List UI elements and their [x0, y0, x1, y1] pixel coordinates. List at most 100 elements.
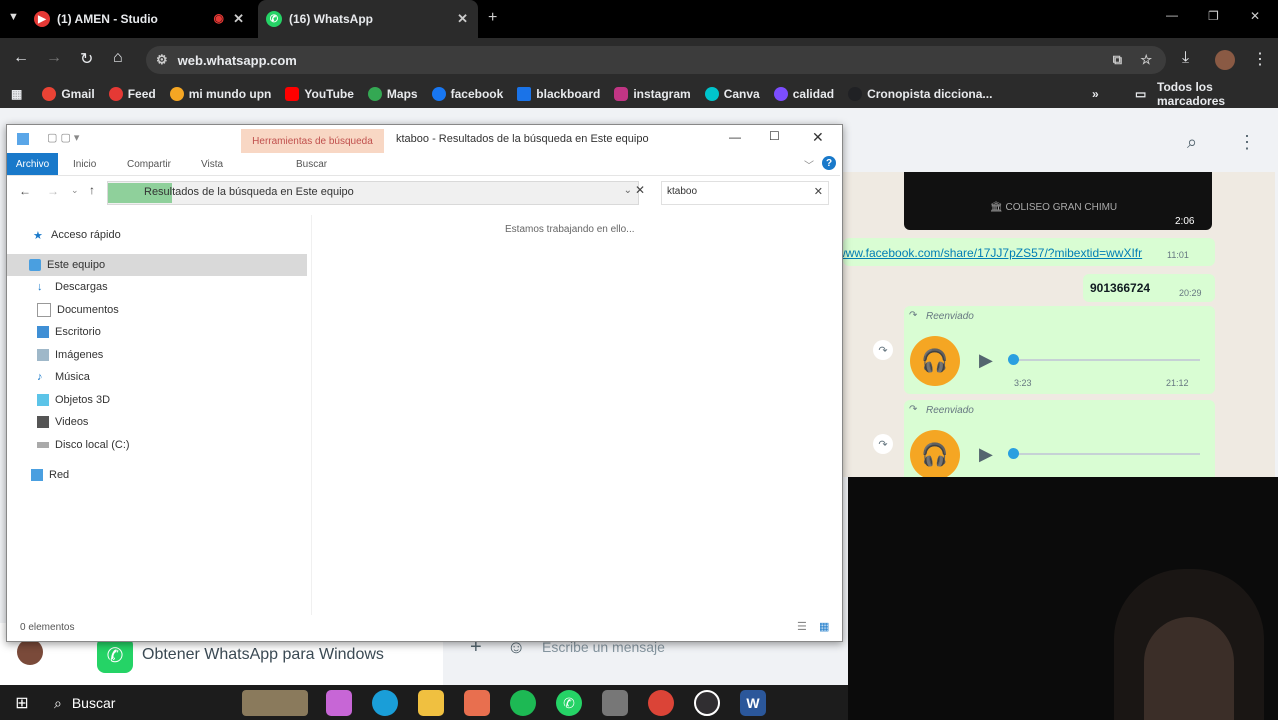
forward-button-icon[interactable]: ↷ — [873, 434, 893, 454]
user-avatar[interactable] — [17, 639, 43, 665]
maximize-icon[interactable]: ☐ — [769, 129, 780, 143]
new-tab-button[interactable]: + — [488, 9, 497, 27]
all-bookmarks-link[interactable]: Todos los marcadores — [1157, 80, 1278, 108]
forward-icon[interactable]: → — [46, 49, 62, 67]
profile-avatar[interactable] — [1215, 50, 1235, 70]
tab-buscar[interactable]: Buscar — [296, 159, 327, 170]
file-explorer-icon[interactable] — [418, 690, 444, 716]
tab-compartir[interactable]: Compartir — [127, 159, 171, 170]
search-highlight-image — [242, 690, 308, 716]
apps-grid-icon[interactable]: ▦ — [11, 87, 22, 101]
details-view-icon[interactable]: ☰ — [797, 620, 807, 633]
close-tab-icon[interactable]: ✕ — [457, 11, 468, 27]
tab-amen-studio[interactable]: ▶ (1) AMEN - Studio ◉ ✕ — [34, 0, 254, 38]
close-window-icon[interactable]: ✕ — [1250, 9, 1260, 23]
nav-videos[interactable]: Videos — [37, 411, 88, 433]
play-icon[interactable]: ▶ — [979, 350, 993, 371]
nav-3d-objects[interactable]: Objetos 3D — [37, 389, 110, 411]
bookmark-calidad[interactable]: calidad — [773, 87, 834, 101]
bookmark-star-icon[interactable]: ☆ — [1140, 52, 1152, 68]
bookmark-facebook[interactable]: facebook — [431, 87, 503, 101]
quick-access-toolbar[interactable]: ▢ ▢ ▾ — [47, 131, 79, 144]
link-message[interactable]: www.facebook.com/share/17JJ7pZS57/?mibex… — [837, 238, 1215, 266]
minimize-icon[interactable]: — — [1166, 8, 1178, 22]
back-icon[interactable]: ← — [19, 184, 31, 198]
bookmark-maps[interactable]: Maps — [367, 87, 418, 101]
audio-message[interactable]: Reenviado ↷ 🎧 ▶ — [904, 400, 1215, 480]
forward-icon[interactable]: → — [47, 184, 59, 198]
tab-whatsapp[interactable]: ✆ (16) WhatsApp ✕ — [258, 0, 478, 38]
nav-downloads[interactable]: ↓ Descargas — [37, 276, 108, 298]
app-icon[interactable] — [602, 690, 628, 716]
media-player-icon[interactable] — [464, 690, 490, 716]
word-icon[interactable]: W — [740, 690, 766, 716]
large-icons-view-icon[interactable]: ▦ — [819, 620, 829, 633]
nav-desktop[interactable]: Escritorio — [37, 321, 101, 343]
spotify-icon[interactable] — [510, 690, 536, 716]
stop-search-icon[interactable]: ✕ — [635, 183, 645, 197]
close-icon[interactable]: ✕ — [812, 129, 824, 146]
forward-button-icon[interactable]: ↷ — [873, 340, 893, 360]
site-info-icon[interactable]: ⚙ — [156, 52, 168, 68]
address-bar[interactable]: ⚙ web.whatsapp.com ⧉ ☆ — [146, 46, 1166, 74]
minimize-icon[interactable]: — — [729, 130, 741, 144]
bookmark-cronopista[interactable]: Cronopista dicciona... — [848, 87, 992, 101]
tab-inicio[interactable]: Inicio — [73, 159, 96, 170]
nav-quick-access[interactable]: ★ Acceso rápido — [33, 224, 121, 246]
get-whatsapp-windows-link[interactable]: Obtener WhatsApp para Windows — [142, 646, 384, 664]
bookmark-canva[interactable]: Canva — [704, 87, 760, 101]
bookmark-youtube[interactable]: YouTube — [285, 87, 354, 101]
tab-archivo[interactable]: Archivo — [7, 153, 58, 175]
tab-vista[interactable]: Vista — [201, 159, 223, 170]
address-dropdown-icon[interactable]: ⌄ — [624, 185, 632, 196]
chat-menu-icon[interactable]: ⋮ — [1238, 132, 1256, 153]
search-input[interactable]: ktaboo — [667, 186, 697, 197]
restore-icon[interactable]: ❐ — [1208, 9, 1219, 23]
audio-progress[interactable] — [1014, 359, 1200, 361]
bookmark-blackboard[interactable]: blackboard — [517, 87, 600, 101]
start-windows-icon[interactable]: ⊞ — [9, 690, 35, 716]
more-bookmarks-icon[interactable]: » — [1092, 87, 1099, 101]
nav-local-disk[interactable]: Disco local (C:) — [37, 434, 130, 456]
nav-network[interactable]: Red — [31, 464, 69, 486]
nav-music[interactable]: ♪ Música — [37, 366, 90, 388]
audio-progress-knob[interactable] — [1008, 354, 1019, 365]
bookmark-mi-mundo-upn[interactable]: mi mundo upn — [169, 87, 271, 101]
tab-search-button[interactable]: ▼ — [8, 11, 19, 23]
phone-message[interactable]: 901366724 20:29 — [1083, 274, 1215, 302]
video-message[interactable]: 🏛 COLISEO GRAN CHIMU 2:06 — [904, 172, 1212, 230]
install-app-icon[interactable]: ⧉ — [1113, 52, 1122, 68]
search-chat-icon[interactable]: ⌕ — [1187, 132, 1197, 153]
taskbar-search[interactable]: ⌕ Buscar — [46, 690, 308, 716]
bookmark-gmail[interactable]: Gmail — [42, 87, 95, 101]
edge-icon[interactable] — [372, 690, 398, 716]
home-icon[interactable]: ⌂ — [113, 49, 123, 67]
bookmark-instagram[interactable]: instagram — [614, 87, 691, 101]
copilot-icon[interactable] — [326, 690, 352, 716]
menu-icon[interactable]: ⋮ — [1252, 49, 1268, 69]
audio-progress[interactable] — [1014, 453, 1200, 455]
expand-ribbon-icon[interactable]: ﹀ — [804, 157, 814, 172]
help-icon[interactable]: ? — [822, 156, 836, 170]
clear-search-icon[interactable]: ✕ — [814, 185, 823, 198]
up-icon[interactable]: ↑ — [89, 183, 95, 197]
whatsapp-taskbar-icon[interactable]: ✆ — [556, 690, 582, 716]
download-icon: ↓ — [37, 281, 43, 293]
download-icon[interactable]: ⤓ — [1182, 49, 1189, 67]
facebook-link[interactable]: www.facebook.com/share/17JJ7pZS57/?mibex… — [837, 246, 1159, 260]
search-box[interactable]: ktaboo ✕ — [661, 181, 829, 205]
nav-this-pc[interactable]: Este equipo — [7, 254, 307, 276]
recent-locations-icon[interactable]: ⌄ — [71, 185, 79, 196]
play-icon[interactable]: ▶ — [979, 444, 993, 465]
address-bar[interactable]: Resultados de la búsqueda en Este equipo… — [107, 181, 639, 205]
obs-icon[interactable] — [694, 690, 720, 716]
nav-pictures[interactable]: Imágenes — [37, 344, 103, 366]
close-tab-icon[interactable]: ✕ — [233, 11, 244, 27]
reload-icon[interactable]: ↻ — [80, 49, 93, 69]
bookmark-feed[interactable]: Feed — [108, 87, 156, 101]
audio-progress-knob[interactable] — [1008, 448, 1019, 459]
nav-documents[interactable]: Documentos — [37, 299, 119, 321]
chrome-icon[interactable] — [648, 690, 674, 716]
audio-message[interactable]: Reenviado ↷ 🎧 ▶ 3:23 21:12 — [904, 306, 1215, 394]
back-icon[interactable]: ← — [13, 49, 29, 67]
